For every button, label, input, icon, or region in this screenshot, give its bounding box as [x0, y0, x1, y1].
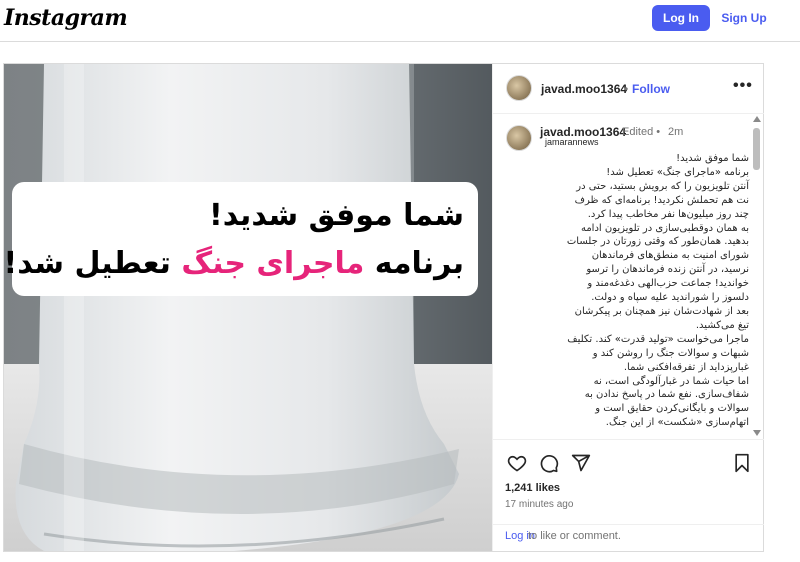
caption-line: برنامه «ماجرای جنگ» تعطیل شد!	[606, 166, 749, 178]
caption-scrollbar[interactable]	[752, 116, 762, 436]
scrollbar-thumb[interactable]	[753, 128, 760, 170]
instagram-logo[interactable]: Instagram	[4, 5, 128, 31]
caption-line: آنتن تلویزیون را که برویش بستید، حتی در	[576, 180, 749, 192]
author-avatar[interactable]	[506, 75, 532, 101]
heart-icon[interactable]	[507, 453, 527, 473]
overlay-line-2-start: برنامه	[364, 246, 464, 281]
caption-line: بدهید. همان‌طور که وقتی زورتان در جلسات	[566, 236, 749, 248]
caption-text: شما موفق شدید! برنامه «ماجرای جنگ» تعطیل …	[503, 152, 749, 430]
bookmark-icon[interactable]	[733, 453, 751, 473]
caption-line: نرسید، در آنتن زنده فرماندهان را ترسو	[586, 264, 749, 276]
caption-line: شما موفق شدید!	[676, 153, 749, 164]
caption-line: نت هم تحملش نکردید! برنامه‌ای که ظرف	[574, 194, 749, 206]
post-actions: 1,241 likes 17 minutes ago Log in to lik…	[493, 439, 764, 551]
more-options-icon[interactable]: •••	[733, 77, 753, 95]
author-username[interactable]: javad.moo1364	[541, 82, 627, 96]
overlay-highlight: ماجرای جنگ	[181, 246, 365, 281]
post-header: javad.moo1364 • Follow •••	[493, 64, 764, 114]
comment-prompt-text: to like or comment.	[528, 530, 621, 542]
caption-line: تیغ می‌کشید.	[695, 319, 749, 331]
caption-line: اما حیات شما در غبارآلودگی است، نه	[593, 375, 749, 387]
scroll-up-arrow-icon[interactable]	[753, 116, 761, 122]
caption-line: بعد از شهادت‌شان نیز همچنان بر پیکرشان	[574, 305, 749, 317]
image-text-overlay: شما موفق شدید! برنامه ماجرای جنگ تعطیل ش…	[4, 182, 478, 296]
likes-count[interactable]: 1,241 likes	[505, 482, 560, 494]
post-sidebar: javad.moo1364 • Follow ••• javad.moo1364…	[492, 64, 764, 551]
follow-button[interactable]: Follow	[632, 82, 670, 96]
caption-age: 2m	[668, 126, 684, 138]
post-image[interactable]: شما موفق شدید! برنامه ماجرای جنگ تعطیل ش…	[4, 64, 492, 551]
signup-button[interactable]: Sign Up	[718, 5, 770, 31]
top-navigation-bar: Instagram Log In Sign Up	[0, 0, 800, 42]
overlay-line-1: شما موفق شدید!	[209, 198, 464, 233]
caption-section: javad.moo1364 Edited • 2m jamarannews شم…	[493, 115, 764, 437]
comment-prompt: Log in to like or comment.	[493, 524, 764, 552]
share-icon[interactable]	[571, 453, 591, 473]
login-button[interactable]: Log In	[652, 5, 710, 31]
scroll-down-arrow-icon[interactable]	[753, 430, 761, 436]
post-photo-illustration	[4, 64, 492, 551]
header-separator: •	[624, 82, 629, 96]
overlay-line-2: برنامه ماجرای جنگ تعطیل شد!	[4, 240, 464, 288]
caption-line: سوالات و بایگانی‌کردن حقایق است و	[595, 403, 749, 415]
caption-line: شورای امنیت به منطق‌های فرماندهان	[591, 250, 749, 262]
edited-label: Edited •	[622, 126, 661, 138]
caption-line: خواندید! جماعت حزب‌الهی دغدغه‌مند و	[587, 278, 749, 290]
overlay-line-2-end: تعطیل شد!	[4, 246, 182, 281]
caption-avatar[interactable]	[506, 125, 532, 151]
caption-line: ماجرا می‌خواست «تولید قدرت» کند. تکلیف	[567, 333, 749, 345]
caption-line: شبهات و سوالات جنگ را روشن کند و	[592, 347, 749, 359]
caption-line: اتهام‌سازی «شکست» از این جنگ.	[605, 417, 749, 429]
post-timestamp[interactable]: 17 minutes ago	[505, 499, 573, 510]
post-container: شما موفق شدید! برنامه ماجرای جنگ تعطیل ش…	[3, 63, 764, 552]
caption-line: شفاف‌سازی. نفع شما در پاسخ ندادن به	[584, 389, 749, 401]
caption-line: غبارپزداید از تفرقه‌افکنی شما.	[623, 361, 749, 373]
caption-line: به همان دوقطبی‌سازی در تلویزیون ادامه	[580, 222, 749, 234]
caption-line: چند روز میلیون‌ها نفر مخاطب پیدا کرد.	[587, 208, 749, 220]
caption-mention[interactable]: jamarannews	[545, 137, 599, 147]
comment-icon[interactable]	[539, 453, 559, 473]
caption-line: دلسوز را شوراندید علیه سپاه و دولت.	[591, 292, 749, 304]
